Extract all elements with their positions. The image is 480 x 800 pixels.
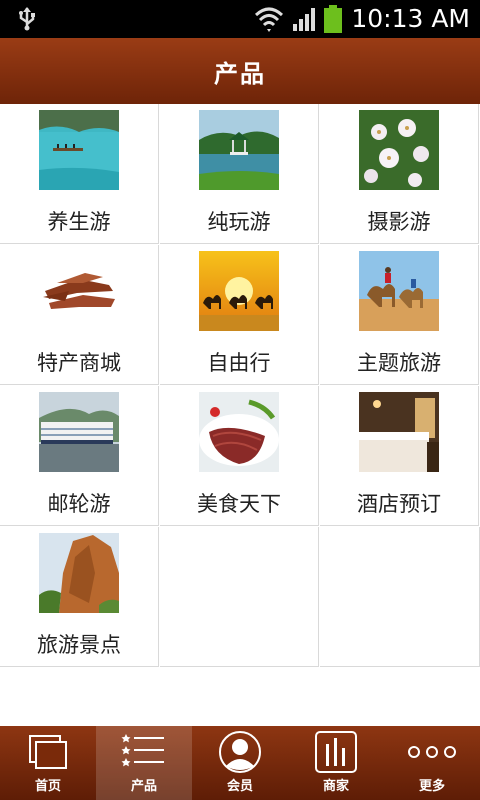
grid-item-theme-tour[interactable]: 主题旅游 — [320, 245, 479, 385]
nav-more[interactable]: 更多 — [384, 726, 480, 800]
grid-item-label: 主题旅游 — [357, 351, 441, 375]
grid-item-label: 摄影游 — [367, 210, 431, 234]
grid-empty-cell — [320, 527, 480, 667]
white-flowers-photo — [359, 110, 439, 190]
pavilion-lake-photo — [199, 110, 279, 190]
signal-icon — [293, 8, 315, 31]
star-list-icon — [121, 734, 164, 767]
grid-item-label: 养生游 — [47, 210, 111, 234]
grid-item-health-tour[interactable]: 养生游 — [0, 104, 159, 244]
nav-label: 首页 — [34, 779, 61, 794]
page-title: 产品 — [214, 59, 266, 88]
grid-item-label: 特产商城 — [37, 351, 121, 375]
hotel-room-photo — [359, 392, 439, 472]
nav-member[interactable]: 会员 — [192, 726, 288, 800]
grid-item-label: 自由行 — [207, 351, 271, 375]
nav-label: 更多 — [418, 779, 445, 794]
sliced-meat-dish-photo — [199, 392, 279, 472]
grid-item-label: 美食天下 — [197, 492, 281, 516]
grid-item-food-world[interactable]: 美食天下 — [160, 386, 319, 526]
camel-riders-photo — [359, 251, 439, 331]
grid-item-label: 旅游景点 — [37, 633, 121, 657]
grid-item-label: 酒店预订 — [357, 492, 441, 516]
grid-item-label: 邮轮游 — [47, 492, 111, 516]
bottom-nav: 首页 产品 会员 商家 更多 — [0, 726, 480, 800]
grid-item-scenic-spots[interactable]: 旅游景点 — [0, 527, 159, 667]
dried-roots-photo — [39, 251, 119, 331]
grid-item-free-travel[interactable]: 自由行 — [160, 245, 319, 385]
merchant-chart-icon — [315, 731, 357, 773]
wifi-icon — [254, 7, 284, 32]
grid-item-cruise-tour[interactable]: 邮轮游 — [0, 386, 159, 526]
red-cliff-photo — [39, 533, 119, 613]
nav-products[interactable]: 产品 — [96, 726, 192, 800]
grid-item-hotel-booking[interactable]: 酒店预订 — [320, 386, 479, 526]
nav-label: 商家 — [322, 779, 349, 794]
grid-item-pure-play-tour[interactable]: 纯玩游 — [160, 104, 319, 244]
grid-item-label: 纯玩游 — [207, 210, 271, 234]
cruise-ship-photo — [39, 392, 119, 472]
home-pages-icon — [29, 735, 67, 769]
battery-icon — [324, 5, 342, 33]
grid-item-photography-tour[interactable]: 摄影游 — [320, 104, 479, 244]
member-avatar-icon — [219, 731, 261, 773]
nav-home[interactable]: 首页 — [0, 726, 96, 800]
grid-empty-cell — [160, 527, 319, 667]
desert-camels-sunset-photo — [199, 251, 279, 331]
nav-label: 产品 — [130, 779, 157, 794]
nav-label: 会员 — [226, 779, 253, 794]
grid-item-specialty-mall[interactable]: 特产商城 — [0, 245, 159, 385]
nav-merchant[interactable]: 商家 — [288, 726, 384, 800]
lake-boat-photo — [39, 110, 119, 190]
usb-icon — [19, 7, 35, 31]
status-bar: 10:13 AM — [0, 0, 480, 38]
more-dots-icon — [408, 746, 456, 758]
app-header: 产品 — [0, 38, 480, 104]
clock: 10:13 AM — [351, 4, 470, 33]
